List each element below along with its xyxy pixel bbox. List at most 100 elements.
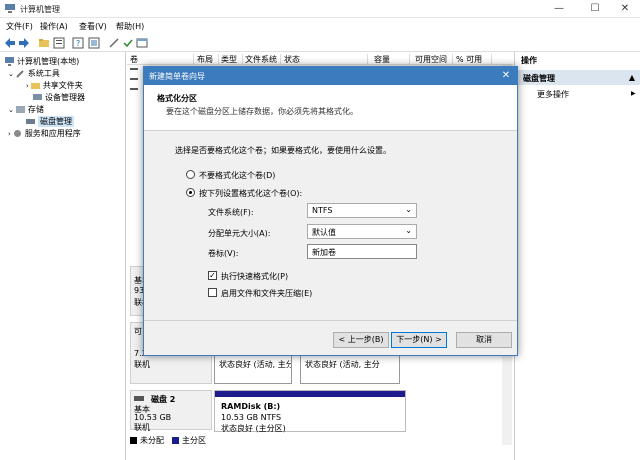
disk-2-state: 联机 [134, 423, 150, 432]
chevron-down-icon: ⌄ [405, 226, 412, 235]
legend-unallocated-swatch [130, 436, 137, 444]
partition-status: 状态良好 (活动, 主分 [219, 360, 291, 369]
disk-icon [134, 396, 144, 401]
disk-2-partition[interactable]: RAMDisk (B:) 10.53 GB NTFS 状态良好 (主分区) [214, 390, 406, 433]
col-capacity[interactable]: 容量 [374, 54, 410, 65]
tree-root[interactable]: 计算机管理(本地) [5, 56, 79, 67]
folder-up-icon[interactable] [38, 37, 50, 49]
more-arrow-icon[interactable]: ▶ [631, 90, 636, 97]
col-percent-free[interactable]: % 可用 [456, 54, 492, 65]
window-icon[interactable] [136, 37, 148, 49]
link-icon[interactable] [108, 37, 120, 49]
volume-label-input[interactable]: 新加卷 [307, 244, 417, 259]
legend: 未分配 主分区 [130, 435, 206, 445]
check-icon[interactable] [122, 37, 134, 49]
dialog-heading: 格式化分区 [157, 94, 197, 103]
view-icon[interactable] [88, 37, 100, 49]
window-title: 计算机管理 [20, 5, 60, 14]
collapse-arrow-icon[interactable]: › [26, 82, 29, 90]
tree-services[interactable]: › 服务和应用程序 [8, 128, 81, 139]
disk-2-size: 10.53 GB [134, 413, 172, 422]
col-type[interactable]: 类型 [221, 54, 243, 65]
list-row-marker [130, 78, 138, 80]
dialog-instruction: 选择是否要格式化这个卷；如果要格式化，要使用什么设置。 [175, 146, 391, 155]
list-row-marker [130, 88, 138, 90]
col-free-space[interactable]: 可用空间 [415, 54, 453, 65]
partition-bar [215, 391, 405, 397]
dialog-title-bar: 新建简单卷向导 ✕ [144, 67, 517, 85]
computer-management-icon [5, 4, 15, 13]
partition-status: 状态良好 (活动, 主分 [305, 360, 380, 369]
disk-1-type: 可 [134, 327, 142, 336]
collapse-up-icon[interactable]: ▲ [629, 73, 635, 82]
minimize-button[interactable]: — [548, 2, 570, 16]
volume-label-label: 卷标(V): [208, 249, 239, 258]
tree-storage[interactable]: ⌄ 存储 [8, 104, 44, 115]
cancel-button[interactable]: 取消 [456, 332, 512, 348]
disk-2-label: 磁盘 2 基本 10.53 GB 联机 [130, 390, 212, 432]
legend-unallocated-label: 未分配 [140, 435, 164, 445]
dialog-title: 新建简单卷向导 [149, 72, 205, 81]
close-button[interactable]: ✕ [614, 2, 636, 16]
forward-icon[interactable] [18, 37, 30, 49]
legend-primary-swatch [172, 436, 179, 444]
computer-icon [5, 57, 14, 66]
disk-1-state: 联机 [134, 360, 150, 369]
menu-action[interactable]: 操作(A) [40, 21, 68, 32]
quick-format-label[interactable]: 执行快速格式化(P) [221, 271, 288, 282]
menu-help[interactable]: 帮助(H) [116, 21, 144, 32]
help-icon[interactable]: ? [72, 37, 84, 49]
allocation-unit-value: 默认值 [312, 228, 336, 237]
menu-file[interactable]: 文件(F) [6, 21, 33, 32]
dialog-close-button[interactable]: ✕ [499, 69, 513, 83]
tree-system-tools[interactable]: ⌄ 系统工具 [8, 68, 60, 79]
compression-checkbox[interactable] [208, 288, 217, 297]
expand-icon[interactable]: ⌄ [8, 106, 14, 114]
actions-more[interactable]: 更多操作 [537, 89, 569, 100]
radio-format-label[interactable]: 按下列设置格式化这个卷(O): [199, 188, 302, 199]
collapse-arrow-icon[interactable]: › [8, 130, 11, 138]
device-manager-icon [33, 94, 42, 100]
dialog-separator [144, 320, 517, 321]
filesystem-select[interactable]: NTFS ⌄ [307, 203, 417, 218]
menu-bar: 文件(F) 操作(A) 查看(V) 帮助(H) [0, 18, 640, 34]
properties-icon[interactable] [53, 37, 65, 49]
partition-title: RAMDisk (B:) [221, 402, 281, 411]
volume-list-header: 卷 布局 类型 文件系统 状态 容量 可用空间 % 可用 [127, 52, 513, 65]
radio-format[interactable] [186, 188, 195, 197]
actions-disk-management[interactable]: 磁盘管理 ▲ [515, 70, 640, 85]
menu-view[interactable]: 查看(V) [79, 21, 107, 32]
legend-primary-label: 主分区 [182, 435, 206, 445]
col-volume[interactable]: 卷 [130, 54, 194, 65]
col-status[interactable]: 状态 [284, 54, 368, 65]
radio-no-format-label[interactable]: 不要格式化这个卷(D) [199, 170, 275, 181]
maximize-button[interactable]: ☐ [584, 2, 606, 16]
tools-icon [16, 70, 24, 78]
tree-device-manager[interactable]: 设备管理器 [33, 92, 85, 103]
tree-shared-folders[interactable]: › 共享文件夹 [26, 80, 83, 91]
compression-label[interactable]: 启用文件和文件夹压缩(E) [221, 288, 312, 299]
quick-format-checkbox[interactable]: ✓ [208, 271, 217, 280]
disk-icon [26, 119, 35, 124]
title-bar: 计算机管理 — ☐ ✕ [0, 0, 640, 18]
navigation-tree: 计算机管理(本地) ⌄ 系统工具 › 共享文件夹 设备管理器 ⌄ 存储 磁盘管理… [0, 52, 126, 460]
next-button[interactable]: 下一步(N) > [391, 332, 447, 348]
dialog-header: 格式化分区 要在这个磁盘分区上储存数据，你必须先将其格式化。 [144, 85, 517, 131]
partition-size: 10.53 GB NTFS [221, 413, 282, 422]
radio-no-format[interactable] [186, 170, 195, 179]
tree-disk-management[interactable]: 磁盘管理 [26, 116, 74, 127]
allocation-unit-label: 分配单元大小(A): [208, 229, 271, 238]
allocation-unit-select[interactable]: 默认值 ⌄ [307, 224, 417, 239]
back-button[interactable]: < 上一步(B) [333, 332, 389, 348]
shared-folder-icon [30, 83, 40, 89]
col-filesystem[interactable]: 文件系统 [245, 54, 281, 65]
back-icon[interactable] [4, 37, 16, 49]
services-icon [13, 130, 21, 137]
actions-pane: 操作 磁盘管理 ▲ 更多操作 ▶ [514, 52, 640, 460]
actions-selected-label: 磁盘管理 [523, 74, 555, 83]
expand-icon[interactable]: ⌄ [8, 70, 14, 78]
svg-text:?: ? [76, 39, 80, 48]
col-layout[interactable]: 布局 [197, 54, 219, 65]
filesystem-value: NTFS [312, 206, 333, 215]
volume-label-value: 新加卷 [312, 248, 336, 257]
